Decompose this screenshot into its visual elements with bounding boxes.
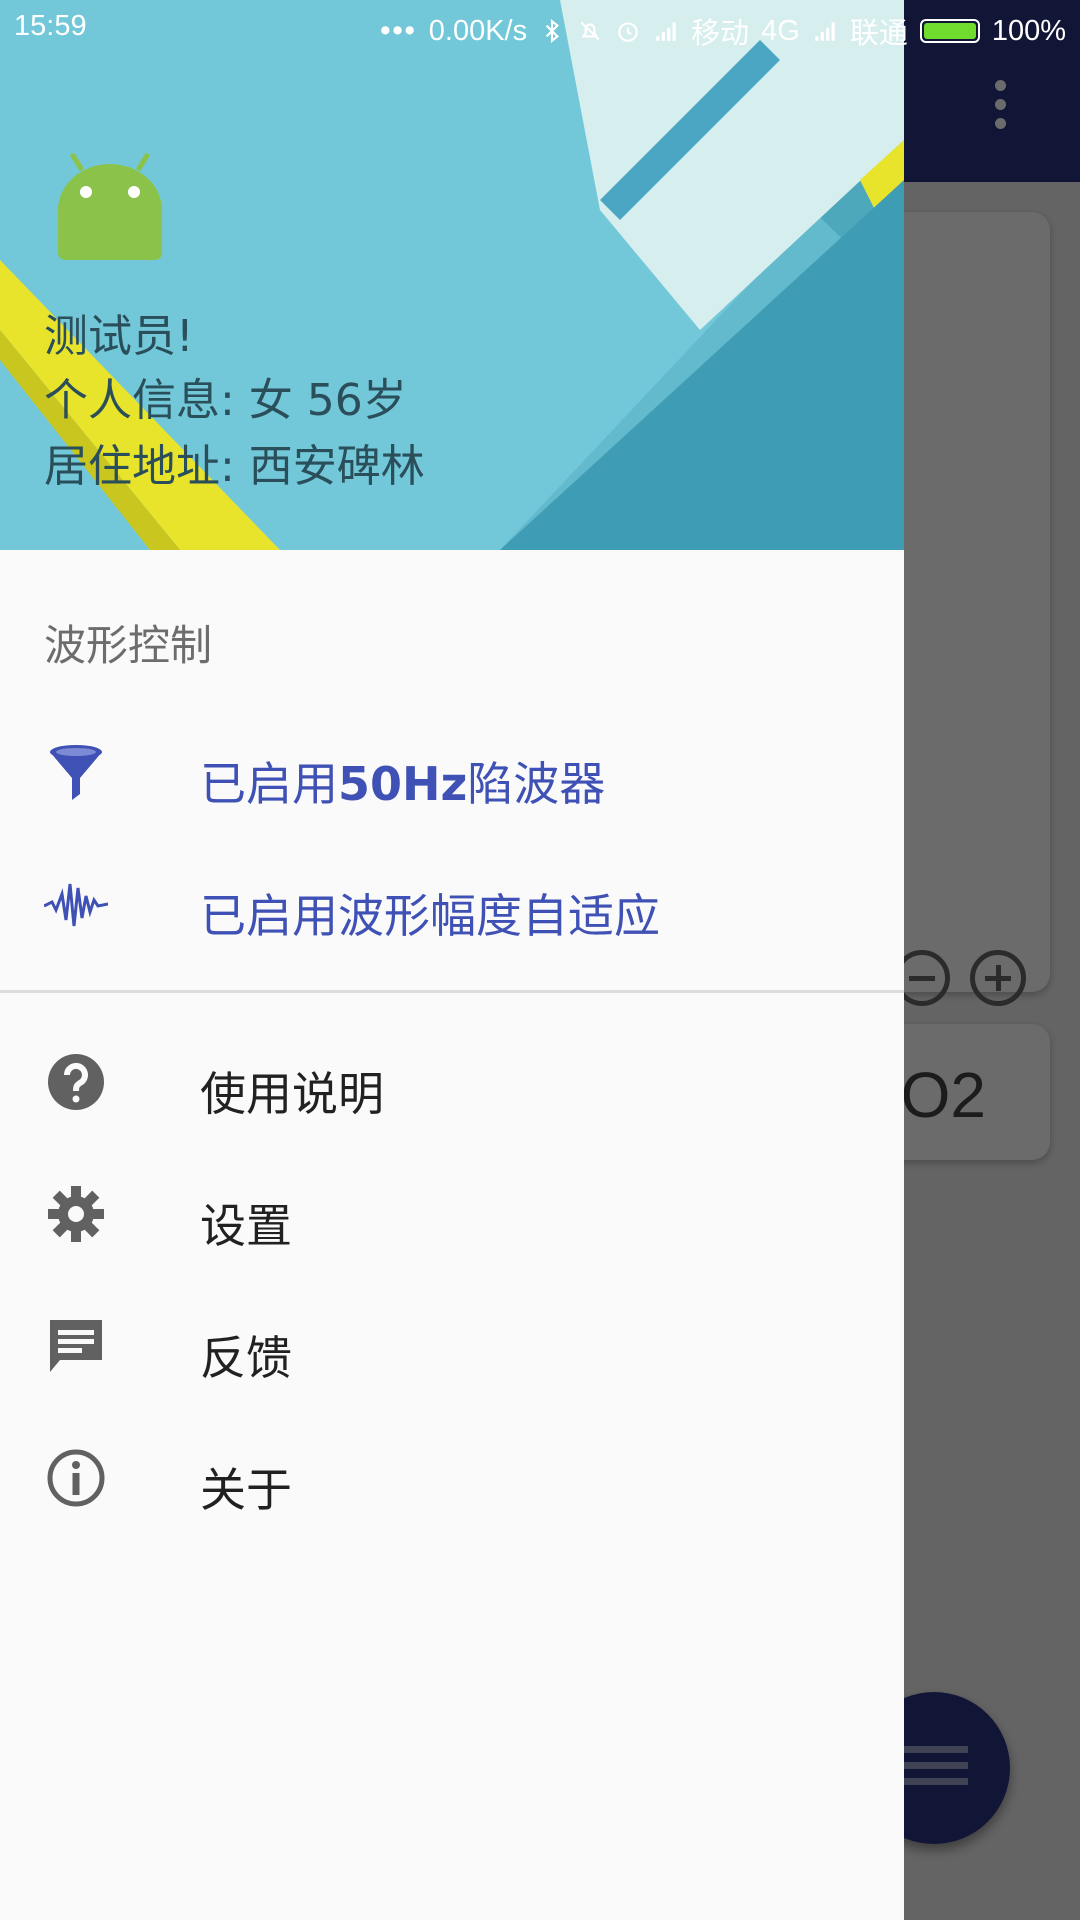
- menu-label-settings: 设置: [200, 1199, 292, 1253]
- net-speed: 0.00K/s: [428, 14, 528, 47]
- signal-icon: [656, 22, 676, 41]
- section-title-waveform: 波形控制: [44, 621, 213, 670]
- menu-item-about[interactable]: 关于: [0, 1412, 904, 1542]
- menu-label-auto-amplitude: 已启用波形幅度自适应: [200, 889, 660, 943]
- status-time: 15:59: [14, 10, 87, 42]
- status-bar: 15:59 ••• 0.00K/s 移动 4G 联通 100%: [0, 0, 1080, 56]
- menu-item-notch-filter[interactable]: 已启用50Hz陷波器: [0, 706, 904, 836]
- menu-label-help: 使用说明: [200, 1067, 384, 1121]
- user-info: 个人信息: 女 56岁: [44, 375, 407, 426]
- info-icon: [47, 1449, 105, 1507]
- settings-icon: [48, 1186, 104, 1242]
- mute-bell-icon: [580, 21, 600, 41]
- navigation-drawer: 测试员! 个人信息: 女 56岁 居住地址: 西安碑林 波形控制 已启用50Hz…: [0, 0, 904, 1920]
- bluetooth-icon: [545, 18, 560, 44]
- android-avatar-icon: [58, 152, 162, 260]
- network-type: 4G: [761, 14, 800, 47]
- feedback-icon: [50, 1320, 102, 1372]
- carrier2-label: 联通: [849, 18, 908, 50]
- menu-label-feedback: 反馈: [200, 1331, 292, 1385]
- user-name: 测试员!: [44, 311, 194, 362]
- user-address: 居住地址: 西安碑林: [44, 441, 425, 492]
- drawer-header: 测试员! 个人信息: 女 56岁 居住地址: 西安碑林: [0, 0, 904, 550]
- drawer-divider: [0, 990, 904, 993]
- carrier1-label: 移动: [691, 18, 750, 50]
- help-icon: [48, 1054, 104, 1110]
- menu-item-settings[interactable]: 设置: [0, 1148, 904, 1278]
- battery-percent: 100%: [991, 14, 1066, 47]
- filter-icon: [50, 745, 102, 800]
- battery-icon: [919, 19, 980, 43]
- menu-item-feedback[interactable]: 反馈: [0, 1280, 904, 1410]
- menu-label-about: 关于: [200, 1463, 292, 1517]
- waveform-icon: [44, 883, 108, 927]
- signal2-icon: [815, 22, 835, 41]
- menu-item-help[interactable]: 使用说明: [0, 1016, 904, 1146]
- status-dots: •••: [380, 14, 417, 47]
- menu-item-auto-amplitude[interactable]: 已启用波形幅度自适应: [0, 838, 904, 968]
- alarm-icon: [618, 22, 638, 42]
- menu-label-notch-filter: 已启用50Hz陷波器: [200, 757, 606, 811]
